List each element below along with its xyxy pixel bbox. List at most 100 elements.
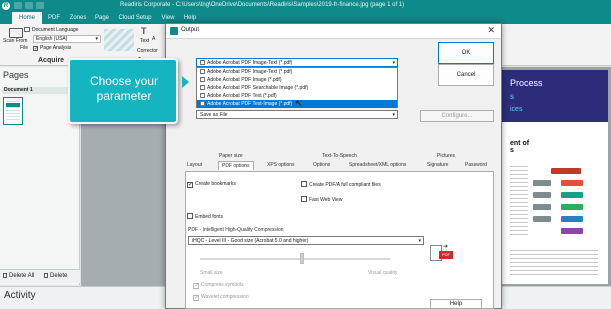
create-pdfa-label: Create PDF/A full compliant files	[309, 182, 381, 188]
pages-toolbar: Delete All Delete	[0, 269, 80, 283]
redo-icon[interactable]	[36, 2, 44, 9]
document-language-text: Document Language	[32, 27, 79, 33]
activity-header: Activity	[4, 290, 36, 301]
format-option-label: Adobe Acrobat PDF Image-Text (*.pdf)	[207, 69, 293, 75]
font-a-label[interactable]: A	[152, 36, 155, 42]
app-logo-icon: R	[2, 2, 10, 10]
document-preview[interactable]: Process s ices ent of s	[493, 70, 608, 284]
chevron-down-icon: ▾	[418, 238, 421, 244]
delete-button[interactable]: Delete	[44, 273, 67, 279]
save-target-select[interactable]: Save as File ▾	[196, 110, 398, 119]
output-format-value: Adobe Acrobat PDF Image-Text (*.pdf)	[207, 60, 293, 66]
tab-options[interactable]: Options	[313, 161, 330, 170]
format-option[interactable]: Adobe Acrobat PDF Searchable Image (*.pd…	[197, 84, 397, 92]
ihqc-level-select[interactable]: iHQC - Level III - Good size (Acrobat 5.…	[188, 236, 424, 245]
compress-symbols-checkbox[interactable]: ✓ Compress symbols	[193, 282, 244, 289]
ihqc-section-label: PDF - Intelligent High-Quality Compressi…	[188, 227, 284, 233]
pdf-file-icon	[200, 93, 205, 98]
tab-zones[interactable]: Zones	[66, 12, 90, 24]
undo-icon[interactable]	[25, 2, 33, 9]
tab-text-to-speech[interactable]: Text-To-Speech	[322, 152, 357, 161]
format-option-label: Adobe Acrobat PDF Text (*.pdf)	[207, 93, 277, 99]
page-analysis-label: Page Analysis	[40, 45, 72, 51]
fast-web-view-label: Fast Web View	[309, 197, 343, 203]
scan-label: Scan From	[3, 38, 28, 44]
save-target-value: Save as File	[200, 112, 228, 118]
embed-fonts-label: Embed fonts	[195, 214, 224, 220]
language-icon	[24, 27, 30, 32]
text-label: Text	[140, 38, 150, 44]
output-format-select[interactable]: Adobe Acrobat PDF Image-Text (*.pdf) ▾	[196, 58, 398, 67]
tab-pdf[interactable]: PDF	[44, 12, 64, 24]
format-option[interactable]: Adobe Acrobat PDF Image-Text (*.pdf)	[197, 68, 397, 76]
ribbon-separator	[104, 29, 134, 51]
document-language-label: Document Language	[24, 27, 78, 34]
scanner-icon	[9, 28, 23, 38]
checkbox-box[interactable]	[301, 181, 307, 187]
create-bookmarks-checkbox[interactable]: ✓ Create bookmarks	[187, 181, 236, 188]
file-label[interactable]: File	[20, 45, 28, 51]
hero-line-1: Process	[510, 78, 543, 88]
page-thumbnail[interactable]	[3, 97, 23, 125]
tab-pictures[interactable]: Pictures	[437, 152, 455, 161]
callout-line-2: parameter	[96, 89, 152, 103]
quality-slider-track[interactable]	[200, 258, 390, 260]
heading-line-1: ent of	[510, 140, 530, 147]
ok-button[interactable]: OK	[438, 42, 494, 64]
diagram-block	[533, 180, 551, 186]
help-button[interactable]: Help	[430, 299, 482, 309]
checkbox-box[interactable]: ✓	[193, 283, 199, 289]
page-analysis-checkbox[interactable]: ✓	[33, 46, 38, 52]
diagram-block	[561, 216, 583, 222]
checkbox-box[interactable]: ✓	[193, 295, 199, 301]
tab-xps-options[interactable]: XPS options	[267, 161, 295, 170]
document-group-label[interactable]: Document 1	[2, 87, 78, 94]
checkbox-box[interactable]: ✓	[187, 182, 193, 188]
tab-paper-size[interactable]: Paper size	[219, 152, 243, 161]
tab-page[interactable]: Page	[92, 12, 112, 24]
format-option[interactable]: Adobe Acrobat PDF Image (*.pdf)	[197, 76, 397, 84]
diagram-block	[561, 228, 583, 234]
diagram-block	[561, 204, 583, 210]
save-icon[interactable]	[14, 2, 22, 9]
output-dialog-icon	[170, 27, 178, 35]
heading-line-2: s	[510, 147, 514, 154]
pdf-file-icon	[200, 60, 205, 65]
create-pdfa-checkbox[interactable]: Create PDF/A full compliant files	[301, 181, 381, 189]
visual-quality-label: Visual quality	[368, 270, 398, 276]
document-footer-text	[510, 250, 598, 275]
wavelet-compression-checkbox[interactable]: ✓ Wavelet compression	[193, 294, 249, 301]
ihqc-level-value: iHQC - Level III - Good size (Acrobat 5.…	[192, 238, 309, 244]
create-bookmarks-label: Create bookmarks	[195, 181, 236, 187]
language-select[interactable]: English (USA) ▾	[33, 35, 101, 43]
checkbox-box[interactable]	[187, 213, 193, 219]
page-analysis-toggle[interactable]: ✓ Page Analysis	[33, 45, 72, 52]
pdf-badge: PDF	[439, 251, 453, 259]
format-option-label: Adobe Acrobat PDF Image (*.pdf)	[207, 77, 282, 83]
tab-signature[interactable]: Signature	[427, 161, 448, 170]
configure-button[interactable]: Configure...	[420, 110, 494, 122]
tab-cloud-setup[interactable]: Cloud Setup	[114, 12, 156, 24]
tab-spreadsheet-xml-options[interactable]: Spreadsheet/XML options	[349, 161, 406, 170]
pages-header: Pages	[3, 70, 29, 80]
document-paragraph	[510, 166, 528, 236]
chevron-down-icon: ▾	[392, 112, 395, 118]
checkbox-box[interactable]	[301, 196, 307, 202]
embed-fonts-checkbox[interactable]: Embed fonts	[187, 213, 223, 221]
mouse-cursor-icon: ↖	[295, 98, 303, 108]
tab-layout[interactable]: Layout	[187, 161, 202, 170]
delete-all-button[interactable]: Delete All	[3, 273, 34, 279]
tab-home[interactable]: Home	[12, 12, 42, 24]
close-icon[interactable]: ✕	[487, 25, 495, 36]
thumbnail-header-band	[6, 103, 20, 107]
tab-password[interactable]: Password	[465, 161, 487, 170]
hero-line-2: s	[510, 92, 514, 101]
quality-slider-thumb[interactable]	[300, 253, 304, 264]
fast-web-view-checkbox[interactable]: Fast Web View	[301, 196, 342, 204]
text-corrector-icon[interactable]: T	[141, 26, 147, 36]
pdf-file-icon	[200, 101, 205, 106]
chevron-down-icon: ▾	[95, 36, 98, 42]
hero-line-3: ices	[510, 106, 523, 113]
cancel-button[interactable]: Cancel	[438, 64, 494, 86]
tab-pdf-options[interactable]: PDF options	[218, 161, 254, 170]
